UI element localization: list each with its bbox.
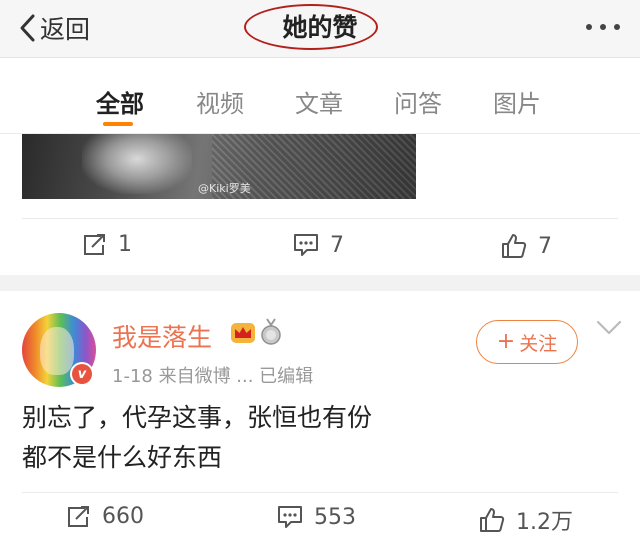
medal-icon: [261, 318, 281, 345]
filter-tabs: 全部 视频 文章 问答 图片: [0, 58, 640, 134]
like-icon: [480, 508, 505, 532]
like-button[interactable]: 7: [500, 232, 552, 260]
tab-qa[interactable]: 问答: [394, 84, 442, 119]
active-tab-indicator: [103, 122, 133, 126]
comment-icon: [294, 234, 318, 256]
follow-button[interactable]: + 关注: [476, 320, 578, 364]
title-highlight-circle: [244, 4, 378, 50]
post-image[interactable]: @Kiki罗美: [22, 134, 416, 199]
divider: [22, 492, 618, 493]
chevron-down-icon[interactable]: [594, 318, 624, 338]
like-button[interactable]: 1.2万: [478, 504, 573, 536]
card-separator: [0, 275, 640, 291]
action-bar: 660 553 1.2万: [0, 500, 640, 540]
repost-button[interactable]: 660: [66, 504, 144, 529]
plus-icon: +: [496, 329, 516, 354]
tab-video[interactable]: 视频: [196, 84, 244, 119]
action-bar: 1 7 7: [0, 226, 640, 266]
comment-button[interactable]: 553: [276, 504, 356, 530]
tab-images[interactable]: 图片: [493, 84, 541, 119]
repost-button[interactable]: 1: [82, 232, 132, 257]
nav-bar: 返回 她的赞: [0, 0, 640, 58]
post-content-line: 别忘了，代孕这事，张恒也有份: [22, 403, 373, 432]
comment-icon: [278, 506, 302, 528]
like-count: 1.2万: [516, 510, 573, 535]
more-icon[interactable]: [586, 24, 620, 30]
post-content: 别忘了，代孕这事，张恒也有份 都不是什么好东西: [22, 398, 622, 478]
follow-label: 关注: [519, 332, 558, 355]
username[interactable]: 我是落生: [112, 318, 212, 354]
comment-count: 7: [330, 232, 344, 258]
tab-all[interactable]: 全部: [96, 84, 144, 119]
image-watermark: @Kiki罗美: [198, 182, 251, 195]
repost-count: 660: [102, 504, 144, 529]
verified-badge: v: [70, 362, 94, 386]
comment-count: 553: [314, 504, 356, 530]
like-icon: [502, 234, 527, 258]
repost-icon: [68, 505, 89, 527]
like-count: 7: [538, 233, 552, 259]
post-meta: 1-18 来自微博 ... 已编辑: [112, 366, 314, 387]
post-content-line: 都不是什么好东西: [22, 443, 223, 472]
repost-icon: [84, 233, 105, 255]
repost-count: 1: [118, 232, 132, 257]
tab-article[interactable]: 文章: [295, 84, 343, 119]
comment-button[interactable]: 7: [292, 232, 344, 258]
divider: [22, 218, 618, 219]
crown-icon: [231, 323, 255, 343]
